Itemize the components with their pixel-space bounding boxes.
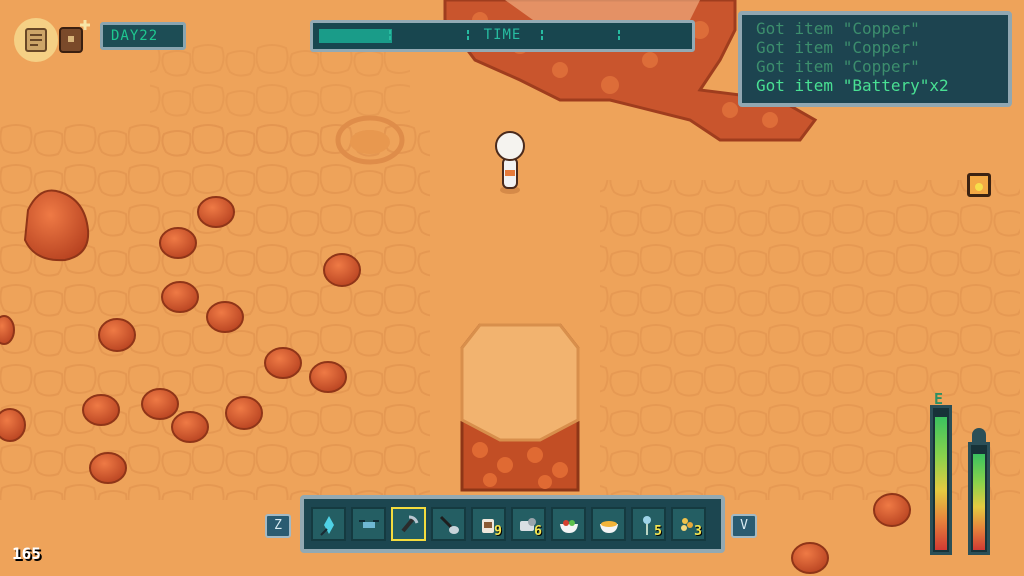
item-pickup-marker [967, 173, 991, 197]
item-count: 9 [494, 524, 502, 539]
hotbar-next-key[interactable]: V [731, 514, 757, 538]
coordinate-readout: 165 [12, 544, 41, 563]
bag-plus-icon [59, 20, 90, 53]
oxygen-gauge [968, 442, 990, 555]
day-counter: DAY22 [100, 22, 186, 50]
energy-gauge [930, 405, 952, 555]
log-message: Got item "Copper" [756, 19, 920, 38]
salad-bowl-icon [560, 520, 578, 533]
hotbar-slot[interactable] [551, 507, 586, 541]
hotbar-slot[interactable] [351, 507, 386, 541]
item-count: 6 [534, 524, 542, 539]
hotbar-prev-key[interactable]: Z [265, 514, 291, 538]
drone-icon [359, 520, 379, 528]
hotbar-slot[interactable]: 3 [671, 507, 706, 541]
energy-gauge-fill [935, 417, 947, 550]
log-message: Got item "Copper" [756, 38, 920, 57]
log-message: Got item "Copper" [756, 57, 920, 76]
pickaxe-icon [401, 515, 419, 533]
journal-button[interactable] [14, 18, 58, 62]
journal-icon [25, 28, 47, 52]
hotbar-slot[interactable]: 9 [471, 507, 506, 541]
soup-bowl-icon [600, 521, 618, 533]
new-item-button[interactable] [58, 18, 92, 54]
ore-icon [975, 183, 983, 191]
hotbar-slot[interactable] [591, 507, 626, 541]
hotbar: 9 6 5 3 [300, 495, 725, 553]
time-label: TIME [483, 27, 522, 43]
hotbar-slot[interactable]: 6 [511, 507, 546, 541]
item-count: 5 [654, 524, 662, 539]
shovel-icon [439, 515, 459, 534]
time-progress-bar: TIME [310, 20, 695, 52]
hotbar-slot[interactable] [431, 507, 466, 541]
hotbar-slot[interactable] [391, 507, 426, 541]
hotbar-slot[interactable] [311, 507, 346, 541]
item-count: 3 [694, 524, 702, 539]
log-message-latest: Got item "Battery"x2 [756, 76, 949, 95]
crystal-icon [320, 516, 334, 536]
hotbar-slot[interactable]: 5 [631, 507, 666, 541]
message-log: Got item "Copper" Got item "Copper" Got … [738, 11, 1012, 107]
oxygen-gauge-fill [973, 454, 985, 550]
